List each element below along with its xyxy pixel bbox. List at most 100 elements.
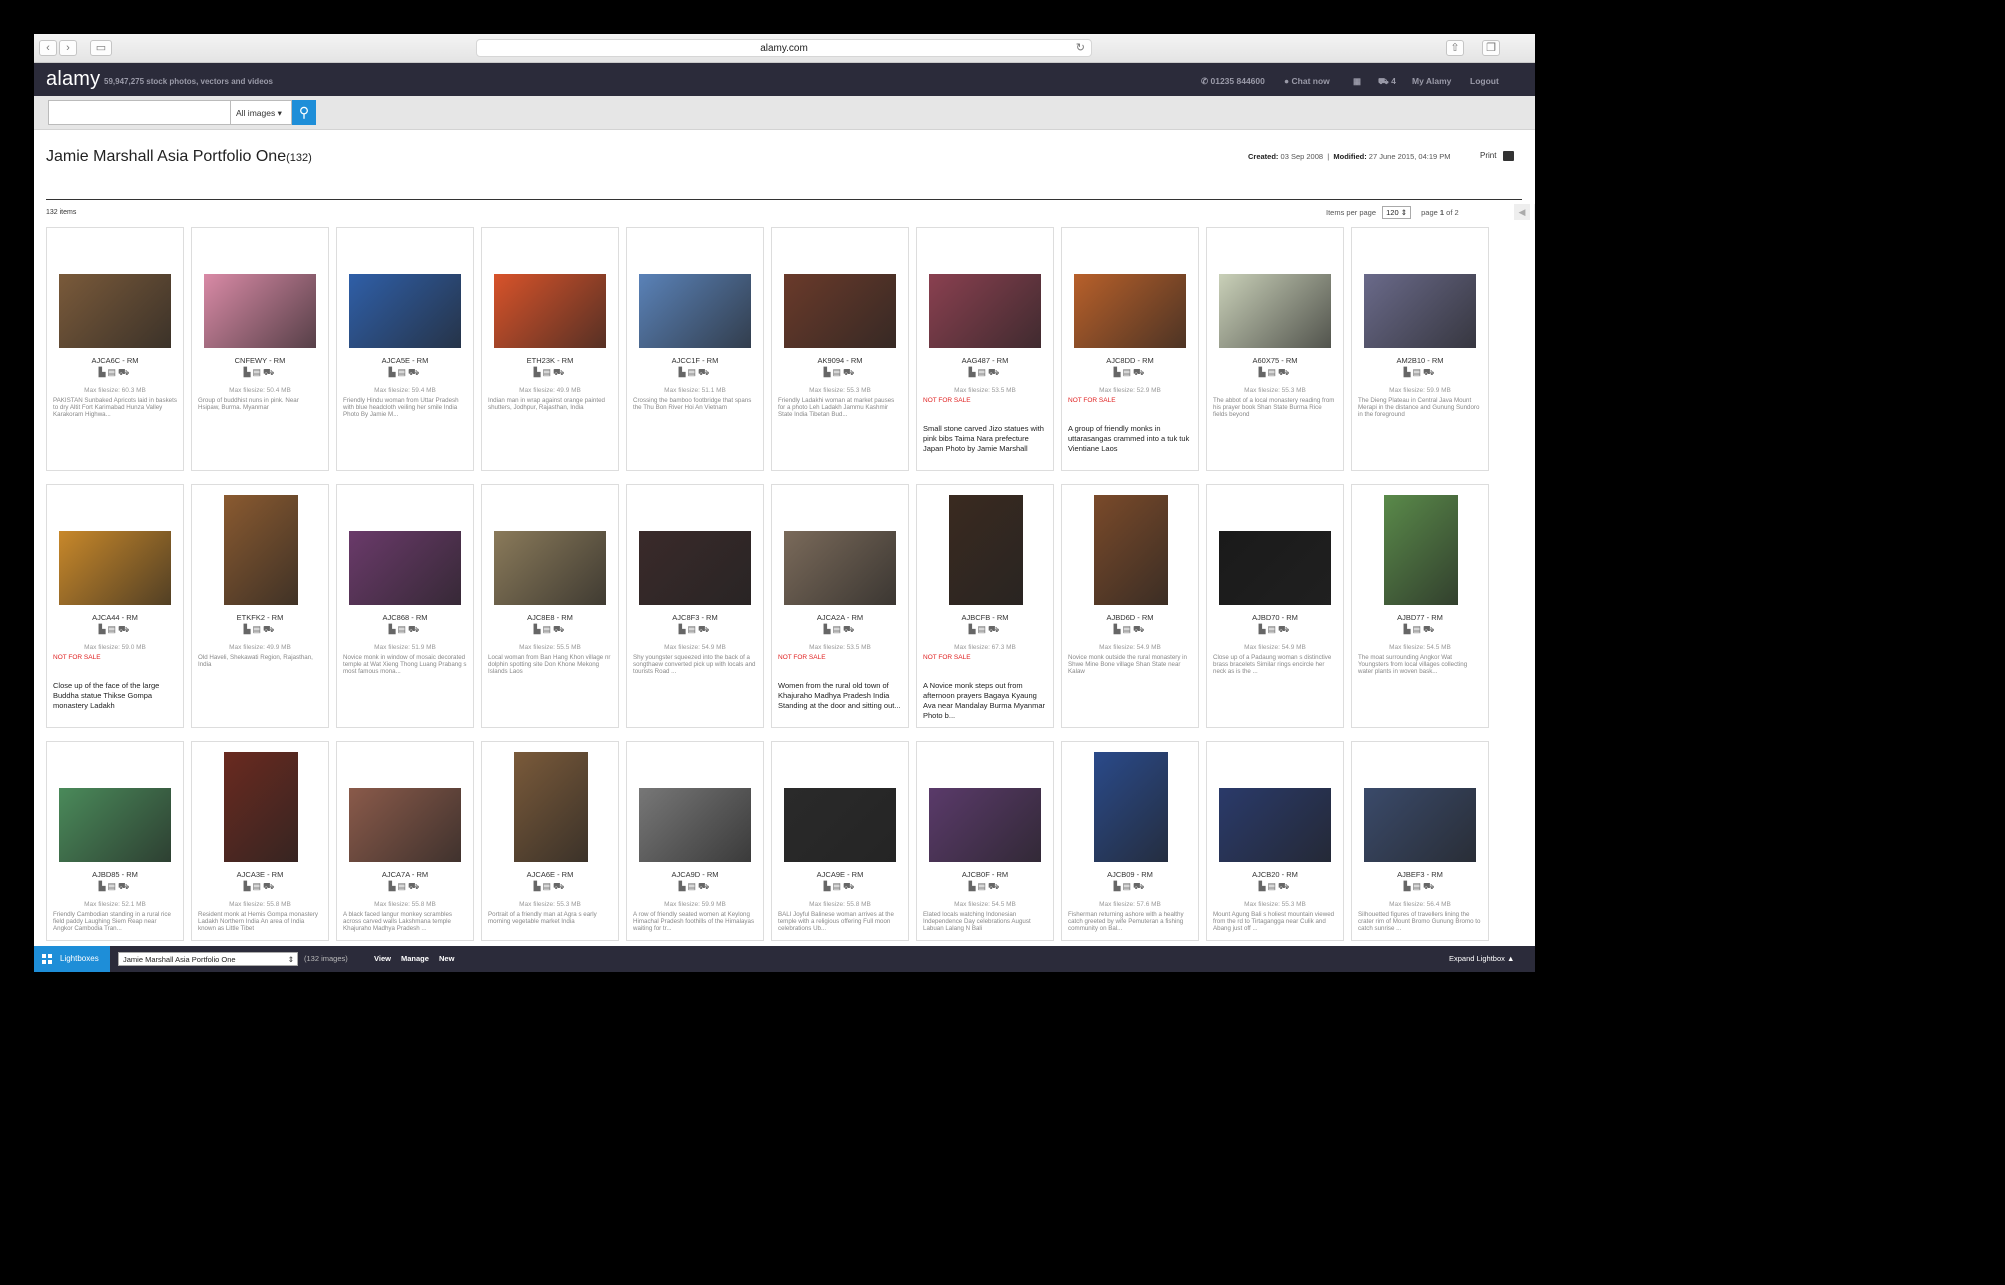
image-code[interactable]: AM2B10 - RM <box>1352 356 1488 365</box>
thumbnail[interactable] <box>1364 274 1476 348</box>
compare-icon[interactable]: ▙ <box>389 367 398 377</box>
cart-icon[interactable]: ⛟ <box>263 624 276 634</box>
details-icon[interactable]: ▤ <box>1268 881 1279 891</box>
thumbnail[interactable] <box>639 274 751 348</box>
image-card[interactable]: AJCA9D - RM ▙▤⛟ Max filesize: 59.9 MB A row… <box>626 741 764 941</box>
thumbnail[interactable] <box>224 495 298 605</box>
image-card[interactable]: AJCA7A - RM ▙▤⛟ Max filesize: 55.8 MB A bla… <box>336 741 474 941</box>
image-code[interactable]: AJBD77 - RM <box>1352 613 1488 622</box>
image-card[interactable]: ETKFK2 - RM ▙▤⛟ Max filesize: 49.9 MB Old H… <box>191 484 329 728</box>
thumbnail[interactable] <box>1219 274 1331 348</box>
image-code[interactable]: AJCC1F - RM <box>627 356 763 365</box>
details-icon[interactable]: ▤ <box>398 881 409 891</box>
details-icon[interactable]: ▤ <box>1413 367 1424 377</box>
compare-icon[interactable]: ▙ <box>1404 881 1413 891</box>
details-icon[interactable]: ▤ <box>688 624 699 634</box>
image-code[interactable]: AJCA2A - RM <box>772 613 908 622</box>
phone-number[interactable]: ✆ 01235 844600 <box>1201 76 1265 87</box>
details-icon[interactable]: ▤ <box>108 881 119 891</box>
print-button[interactable]: Print <box>1480 151 1514 161</box>
image-code[interactable]: ETH23K - RM <box>482 356 618 365</box>
thumbnail[interactable] <box>1074 274 1186 348</box>
items-per-page-select[interactable]: 120 ⇕ <box>1382 206 1412 219</box>
thumbnail[interactable] <box>349 531 461 605</box>
image-code[interactable]: AJCB0F - RM <box>917 870 1053 879</box>
next-page-button[interactable]: ▶ <box>1534 204 1535 220</box>
compare-icon[interactable]: ▙ <box>824 881 833 891</box>
thumbnail[interactable] <box>204 274 316 348</box>
thumbnail[interactable] <box>929 274 1041 348</box>
image-card[interactable]: AJBD77 - RM ▙▤⛟ Max filesize: 54.5 MB The m… <box>1351 484 1489 728</box>
cart-icon[interactable]: ⛟ <box>1278 624 1291 634</box>
image-card[interactable]: AJCA9E - RM ▙▤⛟ Max filesize: 55.8 MB BALI … <box>771 741 909 941</box>
image-code[interactable]: AK9094 - RM <box>772 356 908 365</box>
prev-page-button[interactable]: ◀ <box>1514 204 1530 220</box>
thumbnail[interactable] <box>639 788 751 862</box>
image-code[interactable]: CNFEWY - RM <box>192 356 328 365</box>
cart-icon[interactable]: ⛟ <box>698 624 711 634</box>
compare-icon[interactable]: ▙ <box>969 881 978 891</box>
cart-icon[interactable]: ⛟ <box>1423 624 1436 634</box>
tabs-icon[interactable]: ❐ <box>1482 40 1500 56</box>
url-bar[interactable]: alamy.com ↻ <box>476 39 1092 57</box>
compare-icon[interactable]: ▙ <box>1259 881 1268 891</box>
thumbnail[interactable] <box>1094 752 1168 862</box>
image-code[interactable]: AJC8DD - RM <box>1062 356 1198 365</box>
image-code[interactable]: AJC8E8 - RM <box>482 613 618 622</box>
thumbnail[interactable] <box>59 274 171 348</box>
forward-button[interactable]: › <box>59 40 77 56</box>
cart-icon[interactable]: ⛟ <box>843 881 856 891</box>
details-icon[interactable]: ▤ <box>108 624 119 634</box>
cart-icon[interactable]: ⛟ <box>843 367 856 377</box>
details-icon[interactable]: ▤ <box>688 367 699 377</box>
compare-icon[interactable]: ▙ <box>534 367 543 377</box>
details-icon[interactable]: ▤ <box>833 367 844 377</box>
back-button[interactable]: ‹ <box>39 40 57 56</box>
image-code[interactable]: AJBD70 - RM <box>1207 613 1343 622</box>
compare-icon[interactable]: ▙ <box>534 881 543 891</box>
details-icon[interactable]: ▤ <box>1123 881 1134 891</box>
image-code[interactable]: AJCB09 - RM <box>1062 870 1198 879</box>
cart-icon[interactable]: ⛟ <box>553 881 566 891</box>
details-icon[interactable]: ▤ <box>253 367 264 377</box>
image-code[interactable]: AJCA44 - RM <box>47 613 183 622</box>
image-code[interactable]: AJC868 - RM <box>337 613 473 622</box>
details-icon[interactable]: ▤ <box>398 367 409 377</box>
thumbnail[interactable] <box>639 531 751 605</box>
image-card[interactable]: AJCA5E - RM ▙▤⛟ Max filesize: 59.4 MB Frien… <box>336 227 474 471</box>
thumbnail[interactable] <box>949 495 1023 605</box>
compare-icon[interactable]: ▙ <box>1114 624 1123 634</box>
image-card[interactable]: AJCA6C - RM ▙▤⛟ Max filesize: 60.3 MB PAKIS… <box>46 227 184 471</box>
cart-icon[interactable]: ⛟ <box>698 881 711 891</box>
sidebar-icon[interactable]: ▭ <box>90 40 112 56</box>
cart-icon[interactable]: ⛟ <box>988 367 1001 377</box>
thumbnail[interactable] <box>224 752 298 862</box>
image-code[interactable]: AJCA6E - RM <box>482 870 618 879</box>
logout-link[interactable]: Logout <box>1470 76 1499 86</box>
details-icon[interactable]: ▤ <box>1268 367 1279 377</box>
cart-icon[interactable]: ⛟ <box>698 367 711 377</box>
compare-icon[interactable]: ▙ <box>969 624 978 634</box>
image-card[interactable]: A60X75 - RM ▙▤⛟ Max filesize: 55.3 MB The a… <box>1206 227 1344 471</box>
cart-icon[interactable]: ⛟ <box>1278 367 1291 377</box>
details-icon[interactable]: ▤ <box>1123 367 1134 377</box>
cart-icon[interactable]: ⛟ <box>263 881 276 891</box>
image-code[interactable]: AJCA6C - RM <box>47 356 183 365</box>
cart-icon[interactable]: ⛟ <box>263 367 276 377</box>
search-scope-select[interactable]: All images ▾ <box>230 100 292 125</box>
details-icon[interactable]: ▤ <box>253 881 264 891</box>
compare-icon[interactable]: ▙ <box>1259 624 1268 634</box>
image-card[interactable]: AJC868 - RM ▙▤⛟ Max filesize: 51.9 MB Novic… <box>336 484 474 728</box>
expand-lightbox-button[interactable]: Expand Lightbox ▲ <box>1449 954 1514 963</box>
cart-icon[interactable]: ⛟ <box>408 624 421 634</box>
image-card[interactable]: AJBD6D - RM ▙▤⛟ Max filesize: 54.9 MB Novic… <box>1061 484 1199 728</box>
cart-icon[interactable]: ⛟ <box>1133 367 1146 377</box>
thumbnail[interactable] <box>494 274 606 348</box>
cart-icon[interactable]: ⛟ <box>1133 881 1146 891</box>
image-code[interactable]: A60X75 - RM <box>1207 356 1343 365</box>
compare-icon[interactable]: ▙ <box>244 367 253 377</box>
image-card[interactable]: AJBCFB - RM ▙▤⛟ Max filesize: 67.3 MB NOT F… <box>916 484 1054 728</box>
image-card[interactable]: AJCA2A - RM ▙▤⛟ Max filesize: 53.5 MB NOT F… <box>771 484 909 728</box>
image-code[interactable]: AJBD85 - RM <box>47 870 183 879</box>
cart-icon[interactable]: ⛟ <box>408 881 421 891</box>
